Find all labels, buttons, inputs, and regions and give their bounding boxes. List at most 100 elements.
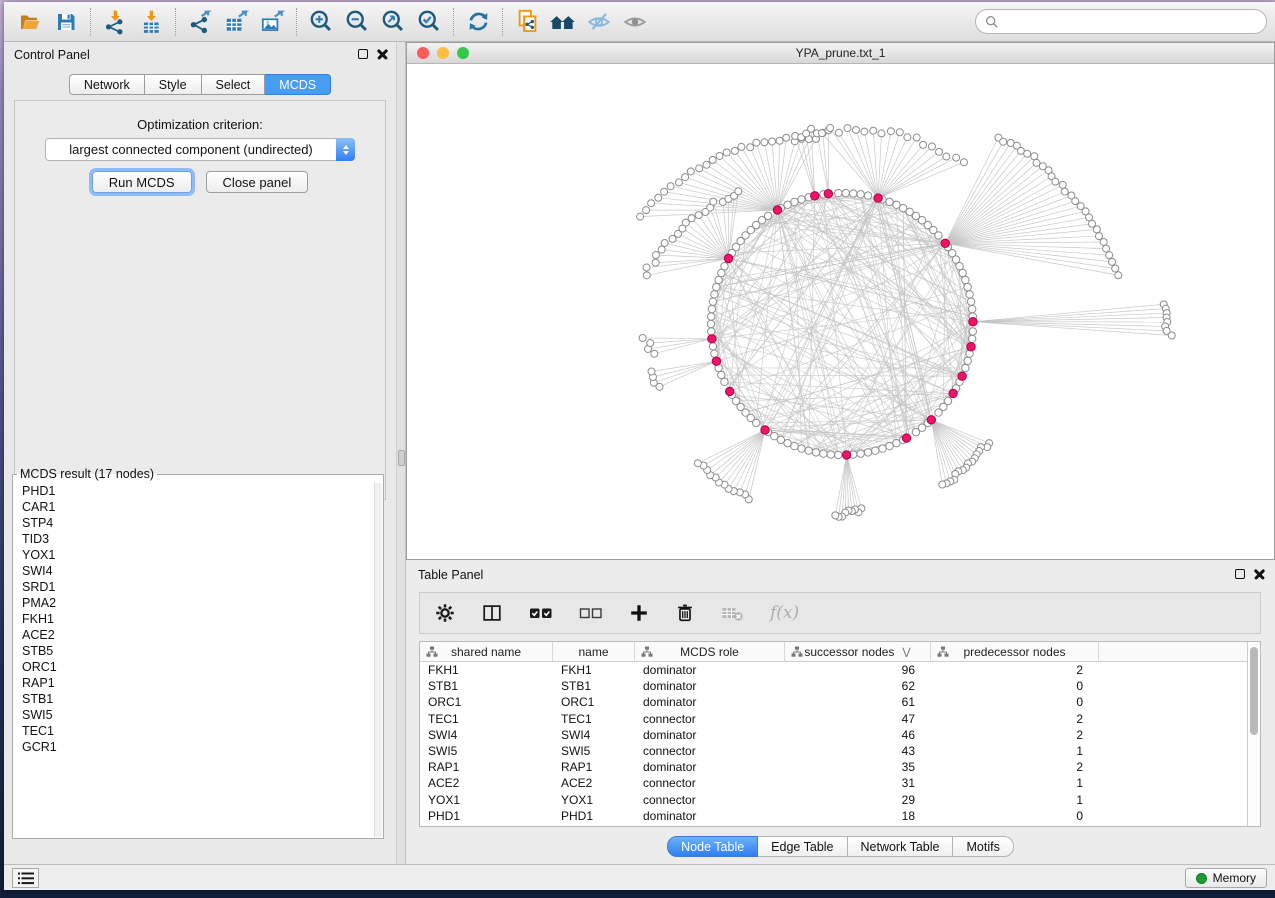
table-scrollbar-thumb[interactable]	[1250, 647, 1258, 735]
tab-motifs[interactable]: Motifs	[953, 836, 1013, 857]
table-row[interactable]: TEC1TEC1connector472	[420, 711, 1247, 727]
run-mcds-button[interactable]: Run MCDS	[92, 171, 192, 193]
result-node-item[interactable]: CAR1	[14, 499, 373, 515]
panel-list-button[interactable]	[12, 868, 39, 888]
save-session-button[interactable]	[48, 6, 84, 38]
cell-name: ORC1	[553, 695, 635, 709]
open-session-button[interactable]	[12, 6, 48, 38]
toolbar-separator	[175, 8, 176, 36]
result-node-item[interactable]: STP4	[14, 515, 373, 531]
result-node-item[interactable]: PHD1	[14, 483, 373, 499]
result-node-item[interactable]: SRD1	[14, 579, 373, 595]
result-node-item[interactable]: ORC1	[14, 659, 373, 675]
deselect-all-icon	[578, 603, 604, 623]
cell-predecessor-nodes: 2	[931, 728, 1099, 742]
close-panel-button[interactable]: Close panel	[206, 171, 309, 193]
zoom-selected-button[interactable]	[411, 6, 447, 38]
tab-select[interactable]: Select	[202, 74, 266, 95]
tab-style[interactable]: Style	[145, 74, 202, 95]
duplicate-network-button[interactable]	[509, 6, 545, 38]
table-row[interactable]: FKH1FKH1dominator962	[420, 662, 1247, 678]
result-node-item[interactable]: YOX1	[14, 547, 373, 563]
export-table-button[interactable]	[218, 6, 254, 38]
result-node-item[interactable]: SWI5	[14, 707, 373, 723]
result-node-item[interactable]: SWI4	[14, 563, 373, 579]
result-node-item[interactable]: STB1	[14, 691, 373, 707]
table-row[interactable]: ACE2ACE2connector311	[420, 775, 1247, 791]
column-header-predecessor-nodes[interactable]: predecessor nodes	[931, 642, 1099, 662]
table-row[interactable]: SWI4SWI4dominator462	[420, 727, 1247, 743]
zoom-out-button[interactable]	[339, 6, 375, 38]
float-panel-icon[interactable]	[358, 49, 368, 59]
result-node-item[interactable]: GCR1	[14, 739, 373, 755]
zoom-fit-button[interactable]	[375, 6, 411, 38]
cell-name: SWI5	[553, 744, 635, 758]
result-node-item[interactable]: STB5	[14, 643, 373, 659]
hide-selected-button[interactable]	[581, 6, 617, 38]
tab-network-table[interactable]: Network Table	[848, 836, 954, 857]
cell-MCDS-role: dominator	[635, 760, 785, 774]
splitter-grip[interactable]	[398, 450, 405, 466]
show-columns-button[interactable]	[480, 598, 504, 628]
result-node-item[interactable]: TID3	[14, 531, 373, 547]
close-panel-icon[interactable]	[1254, 568, 1265, 579]
column-header-shared-name[interactable]: shared name	[420, 642, 553, 662]
tab-mcds[interactable]: MCDS	[265, 74, 331, 95]
column-header-name[interactable]: name	[553, 642, 635, 662]
network-titlebar[interactable]: YPA_prune.txt_1	[407, 43, 1274, 64]
table-row[interactable]: PHD1PHD1dominator180	[420, 808, 1247, 824]
app-window: Control Panel NetworkStyleSelectMCDS Opt…	[4, 2, 1275, 890]
import-table-button[interactable]	[133, 6, 169, 38]
result-node-item[interactable]: FKH1	[14, 611, 373, 627]
table-row[interactable]: ORC1ORC1dominator610	[420, 694, 1247, 710]
export-network-button[interactable]	[182, 6, 218, 38]
cell-successor-nodes: 31	[785, 776, 931, 790]
zoom-in-button[interactable]	[303, 6, 339, 38]
refresh-button[interactable]	[460, 6, 496, 38]
first-neighbors-button[interactable]	[545, 6, 581, 38]
result-node-item[interactable]: PMA2	[14, 595, 373, 611]
result-node-item[interactable]: TEC1	[14, 723, 373, 739]
result-node-item[interactable]: RAP1	[14, 675, 373, 691]
criterion-dropdown[interactable]: largest connected component (undirected)	[45, 138, 355, 161]
dropdown-stepper-icon	[336, 138, 355, 161]
search-input[interactable]	[1005, 15, 1257, 29]
network-canvas[interactable]	[407, 64, 1274, 559]
result-node-item[interactable]: ACE2	[14, 627, 373, 643]
tab-node-table[interactable]: Node Table	[667, 836, 758, 857]
delete-column-button[interactable]	[674, 598, 696, 628]
main-toolbar	[4, 2, 1275, 42]
open-folder-icon	[17, 10, 43, 34]
cell-predecessor-nodes: 0	[931, 695, 1099, 709]
add-column-button[interactable]	[628, 598, 650, 628]
cell-predecessor-nodes: 2	[931, 663, 1099, 677]
cell-predecessor-nodes: 0	[931, 809, 1099, 823]
select-all-button[interactable]	[528, 598, 554, 628]
table-row[interactable]: RAP1RAP1dominator352	[420, 759, 1247, 775]
table-row[interactable]: STB1STB1dominator620	[420, 678, 1247, 694]
tab-network[interactable]: Network	[69, 74, 145, 95]
table-row[interactable]: YOX1YOX1connector291	[420, 792, 1247, 808]
result-list-scrollbar[interactable]	[374, 483, 382, 837]
column-header-MCDS-role[interactable]: MCDS role	[635, 642, 785, 662]
memory-button[interactable]: Memory	[1185, 868, 1267, 888]
mcds-result-list[interactable]: PHD1CAR1STP4TID3YOX1SWI4SRD1PMA2FKH1ACE2…	[14, 483, 373, 837]
vertical-splitter[interactable]	[396, 42, 406, 864]
cell-successor-nodes: 61	[785, 695, 931, 709]
control-panel: Control Panel NetworkStyleSelectMCDS Opt…	[4, 42, 396, 864]
table-row[interactable]: SWI5SWI5connector431	[420, 743, 1247, 759]
sort-descending-icon: ⋁	[902, 647, 910, 658]
float-panel-icon[interactable]	[1235, 569, 1245, 579]
export-image-button[interactable]	[254, 6, 290, 38]
cell-successor-nodes: 62	[785, 679, 931, 693]
show-all-button[interactable]	[617, 6, 653, 38]
import-network-button[interactable]	[97, 6, 133, 38]
table-scrollbar[interactable]	[1247, 642, 1260, 826]
table-options-button[interactable]	[434, 598, 456, 628]
cell-shared-name: TEC1	[420, 712, 553, 726]
tab-edge-table[interactable]: Edge Table	[758, 836, 847, 857]
column-header-successor-nodes[interactable]: successor nodes⋁	[785, 642, 931, 662]
deselect-all-button[interactable]	[578, 598, 604, 628]
search-box[interactable]	[975, 9, 1267, 34]
close-panel-icon[interactable]	[377, 48, 388, 59]
